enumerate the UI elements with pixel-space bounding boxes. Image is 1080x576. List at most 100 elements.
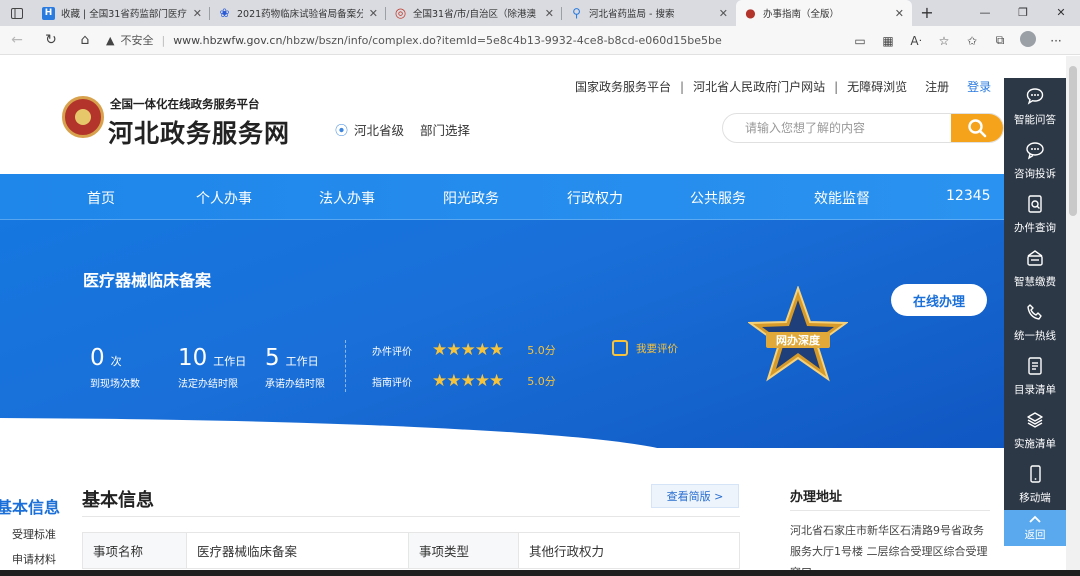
window-bottom-edge [0, 570, 1080, 576]
item-type-key: 事项类型 [408, 532, 519, 569]
tab-2[interactable]: ❀ 2021药物临床试验省局备案分 ✕ [210, 0, 386, 26]
address-text: 河北省石家庄市新华区石清路9号省政务服务大厅1号楼 二层综合受理区综合受理窗口 [790, 524, 988, 576]
emblem-logo[interactable] [62, 96, 104, 138]
tab-4[interactable]: ⚲ 河北省药监局 - 搜索 ✕ [562, 0, 736, 26]
collections-icon[interactable]: ⧉ [986, 33, 1014, 48]
rating-label: 指南评价 [372, 377, 412, 389]
qr-code-icon[interactable]: ▦ [874, 34, 902, 48]
new-tab-button[interactable]: + [912, 0, 942, 26]
anchor-application-materials[interactable]: 申请材料 [12, 551, 56, 567]
search-button[interactable] [951, 114, 1003, 142]
info-table: 事项名称 医疗器械临床备案 事项类型 其他行政权力 [82, 532, 740, 569]
search-input[interactable] [745, 114, 945, 142]
profile-button[interactable] [1014, 31, 1042, 50]
online-apply-button[interactable]: 在线办理 [891, 284, 987, 316]
divider: | [834, 79, 839, 94]
browser-toolbar: ▭ ▦ Aᐧ ☆ ✩ ⧉ ··· [846, 26, 1070, 55]
item-type-value: 其他行政权力 [518, 532, 740, 569]
main-navbar: 首页 个人办事 法人办事 阳光政务 行政权力 公共服务 效能监督 12345 [0, 174, 1080, 220]
implementation-list-button[interactable]: 实施清单 [1004, 402, 1066, 456]
close-tab-icon[interactable]: ✕ [719, 7, 728, 20]
tab-actions-button[interactable] [0, 0, 34, 26]
more-icon[interactable]: ··· [1042, 34, 1070, 48]
panel-label: 返回 [1024, 529, 1046, 541]
top-links: 国家政务服务平台 | 河北省人民政府门户网站 | 无障碍浏览 注册 登录 [575, 78, 991, 95]
nav-supervision[interactable]: 效能监督 [814, 188, 870, 208]
login-link[interactable]: 登录 [967, 78, 991, 95]
tab-3[interactable]: ◎ 全国31省/市/自治区（除港澳 ✕ [386, 0, 562, 26]
add-favorite-icon[interactable]: ☆ [930, 34, 958, 48]
nav-personal[interactable]: 个人办事 [196, 188, 252, 208]
hotline-button[interactable]: 统一热线 [1004, 294, 1066, 348]
nav-administrative-power[interactable]: 行政权力 [567, 188, 623, 208]
section-divider [82, 516, 740, 517]
nav-hotline-12345[interactable]: 12345 [946, 188, 991, 204]
location-selector[interactable]: ⦿ 河北省级 部门选择 [335, 120, 470, 139]
smart-qa-button[interactable]: 智能问答 [1004, 78, 1066, 132]
chevron-up-icon [1029, 515, 1041, 523]
nav-enterprise[interactable]: 法人办事 [319, 188, 375, 208]
restore-icon[interactable]: ❐ [1004, 0, 1042, 26]
close-tab-icon[interactable]: ✕ [193, 7, 202, 20]
department-select[interactable]: 部门选择 [420, 120, 470, 139]
consult-complain-button[interactable]: 咨询投诉 [1004, 132, 1066, 186]
app-view-icon[interactable]: ▭ [846, 34, 874, 48]
link-accessibility[interactable]: 无障碍浏览 [847, 78, 907, 95]
home-icon[interactable]: ⌂ [68, 32, 102, 48]
anchor-basic-info[interactable]: 基本信息 [0, 494, 60, 518]
stat-label: 法定办结时限 [178, 379, 238, 390]
rating-label: 办件评价 [372, 346, 412, 358]
anchor-acceptance-criteria[interactable]: 受理标准 [12, 526, 56, 542]
register-link[interactable]: 注册 [925, 78, 949, 95]
back-to-top-button[interactable]: 返回 [1004, 510, 1066, 546]
location-label[interactable]: 河北省级 [354, 120, 404, 139]
warning-icon: ▲ [106, 33, 115, 47]
rating-guide: 指南评价 ★★★★★ 5.0分 [372, 371, 556, 391]
view-brief-button[interactable]: 查看简版 > [651, 484, 739, 508]
page-scrollbar[interactable] [1066, 56, 1080, 576]
read-aloud-icon[interactable]: Aᐧ [902, 34, 930, 48]
tab-1[interactable]: H 收藏 | 全国31省药监部门医疗 ✕ [34, 0, 210, 26]
scrollbar-thumb[interactable] [1069, 66, 1077, 216]
item-name-value: 医疗器械临床备案 [186, 532, 409, 569]
stat-legal-limit: 10 工作日 法定办结时限 [178, 345, 246, 390]
item-title: 医疗器械临床备案 [83, 271, 212, 290]
document-search-icon [1028, 195, 1042, 213]
panel-label: 统一热线 [1014, 330, 1056, 342]
rate-link[interactable]: 我要评价 [612, 340, 678, 356]
panel-label: 实施清单 [1014, 438, 1056, 450]
logo-title[interactable]: 河北政务服务网 [108, 114, 290, 150]
smart-payment-button[interactable]: 智慧缴费 [1004, 240, 1066, 294]
close-tab-icon[interactable]: ✕ [545, 7, 554, 20]
site-header: 全国一体化在线政务服务平台 河北政务服务网 ⦿ 河北省级 部门选择 国家政务服务… [0, 56, 1080, 174]
mobile-button[interactable]: 移动端 [1004, 456, 1066, 510]
stats-divider [345, 340, 346, 392]
stat-value: 5 [265, 345, 280, 371]
close-window-icon[interactable]: ✕ [1042, 0, 1080, 26]
wallet-icon [1027, 250, 1043, 266]
rating-score: 5.0分 [527, 375, 556, 388]
stat-unit: 次 [110, 355, 122, 368]
back-arrow-icon[interactable]: ← [0, 32, 34, 48]
url-path: /hbzw/bszn/info/complex.do?itemId=5e8c4b… [282, 33, 722, 47]
refresh-icon[interactable]: ↻ [34, 32, 68, 48]
catalog-list-button[interactable]: 目录清单 [1004, 348, 1066, 402]
url-field[interactable]: ▲ 不安全 | www.hbzwfw.gov.cn /hbzw/bszn/inf… [106, 29, 722, 51]
close-tab-icon[interactable]: ✕ [895, 7, 904, 20]
link-national-platform[interactable]: 国家政务服务平台 [575, 78, 671, 95]
nav-transparency[interactable]: 阳光政务 [443, 188, 499, 208]
nav-home[interactable]: 首页 [87, 188, 115, 208]
favorites-icon[interactable]: ✩ [958, 34, 986, 48]
link-provincial-portal[interactable]: 河北省人民政府门户网站 [693, 78, 825, 95]
address-card: 办理地址 河北省石家庄市新华区石清路9号省政务服务大厅1号楼 二层综合受理区综合… [774, 470, 1004, 576]
case-query-button[interactable]: 办件查询 [1004, 186, 1066, 240]
tab-5-active[interactable]: ● 办事指南（全版） ✕ [736, 0, 912, 26]
basic-info-section: 基本信息 查看简版 > 事项名称 医疗器械临床备案 事项类型 其他行政权力 [68, 470, 772, 576]
close-tab-icon[interactable]: ✕ [369, 7, 378, 20]
panel-label: 咨询投诉 [1014, 168, 1056, 180]
minimize-icon[interactable]: — [966, 0, 1004, 26]
nav-public-service[interactable]: 公共服务 [690, 188, 746, 208]
stat-unit: 工作日 [285, 355, 319, 368]
logo-subtitle: 全国一体化在线政务服务平台 [110, 97, 260, 111]
table-row: 事项名称 医疗器械临床备案 事项类型 其他行政权力 [82, 532, 740, 569]
